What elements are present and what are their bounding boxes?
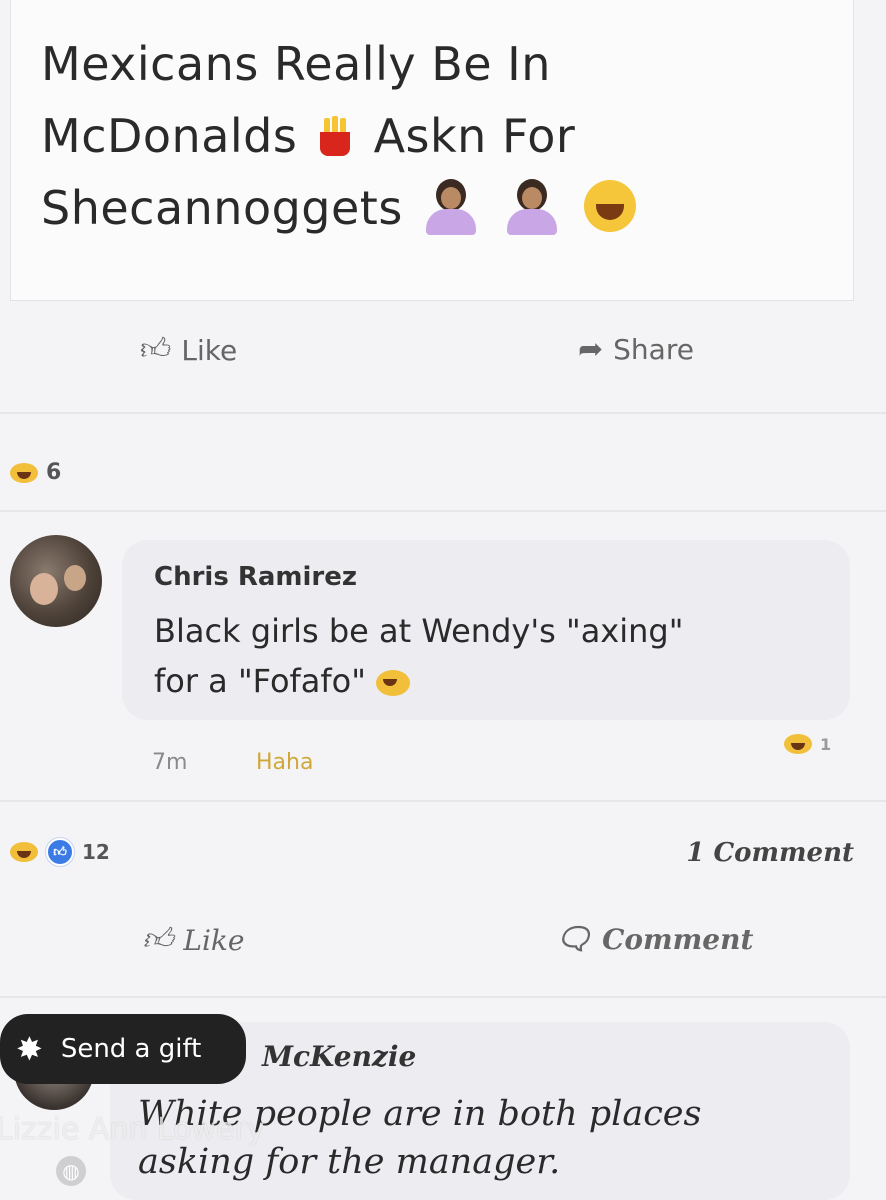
haha-reaction-link[interactable]: Haha <box>256 750 313 775</box>
comment-time: 7m <box>152 750 188 775</box>
post-text: Mexicans Really Be In McDonalds Askn For… <box>41 28 831 244</box>
share-button[interactable]: ➦ Share <box>578 332 694 367</box>
comment-text: Black girls be at Wendy's "axing" for a … <box>154 612 684 700</box>
haha-reaction-icon <box>10 842 38 862</box>
laughing-icon <box>584 179 637 232</box>
comment-button[interactable]: 🗨︎ Comment <box>554 922 753 957</box>
post-line-1: Mexicans Really Be In <box>41 37 551 91</box>
share-arrow-icon: ➦ <box>578 332 604 367</box>
comment-bubble-icon: 🗨︎ <box>554 922 593 957</box>
post-line-3: Shecannoggets <box>41 172 831 244</box>
divider <box>0 510 886 512</box>
shrug-icon <box>503 177 561 235</box>
thumbs-up-icon: 👍︎ <box>142 922 174 957</box>
thumbs-up-icon: 👍︎ <box>140 332 172 367</box>
avatar[interactable] <box>10 535 102 627</box>
gift-icon: ✸ <box>16 1030 43 1068</box>
post-line-2: McDonalds Askn For <box>41 109 576 163</box>
comment-reaction-count[interactable]: 1 <box>784 734 831 754</box>
comment-author[interactable]: McKenzie <box>262 1040 416 1073</box>
divider <box>0 412 886 414</box>
laughing-icon <box>376 670 411 696</box>
like-button[interactable]: 👍︎ Like <box>140 332 237 368</box>
haha-reaction-icon <box>10 462 38 483</box>
fries-icon <box>316 115 354 156</box>
send-gift-button[interactable]: ✸ Send a gift <box>0 1014 246 1084</box>
divider <box>0 800 886 802</box>
like-button[interactable]: 👍︎ Like <box>142 922 244 958</box>
globe-icon: ◍ <box>56 1156 86 1186</box>
like-reaction-icon: 👍︎ <box>46 838 74 866</box>
post-card: Mexicans Really Be In McDonalds Askn For… <box>10 0 854 301</box>
haha-reaction-icon <box>784 734 812 754</box>
post-actions: 👍︎ Like ➦ Share <box>0 332 886 392</box>
watermark: Lizzie Ann Lowery <box>0 1112 265 1147</box>
reaction-summary[interactable]: 👍︎ 12 <box>10 838 110 866</box>
comment-count-link[interactable]: 1 Comment <box>686 838 854 868</box>
post-reaction-summary[interactable]: 6 <box>10 460 61 485</box>
facepalm-icon <box>422 177 480 235</box>
post-actions-bottom: 👍︎ Like 🗨︎ Comment <box>0 922 886 982</box>
comment-author[interactable]: Chris Ramirez <box>154 562 357 592</box>
divider <box>0 996 886 998</box>
